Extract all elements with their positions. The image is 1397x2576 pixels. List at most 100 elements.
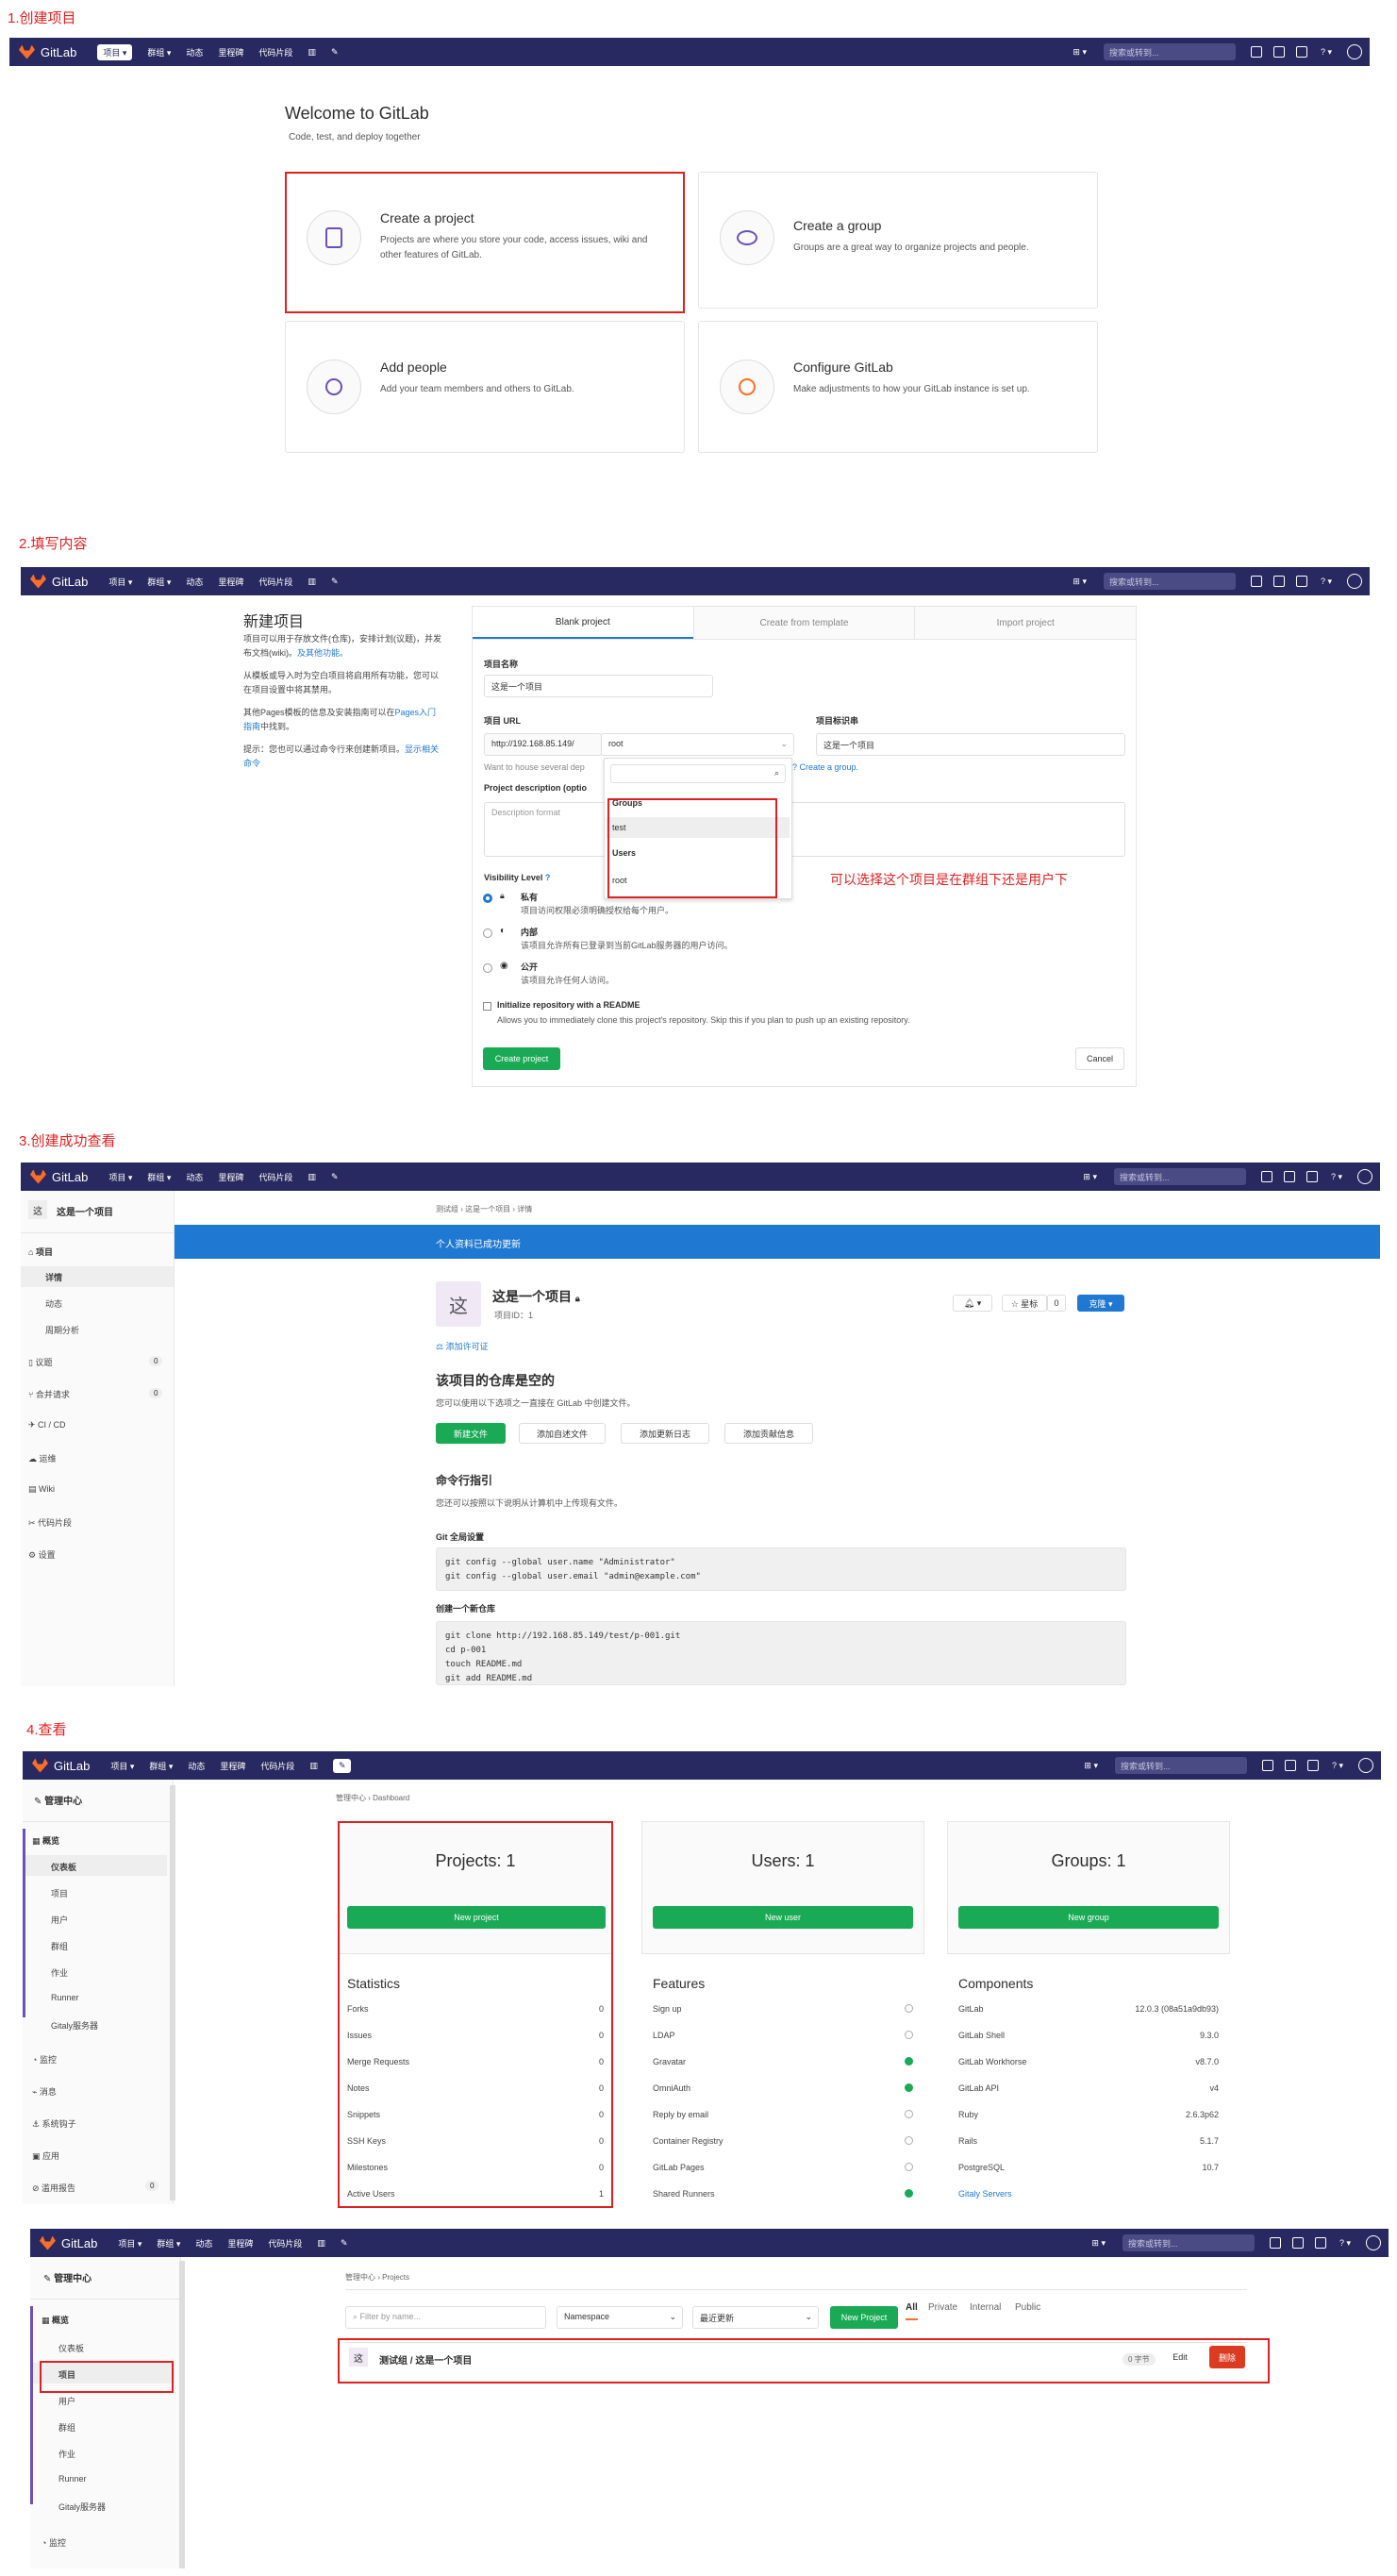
search-input[interactable]: 搜索或转到... <box>1103 43 1236 60</box>
sidebar-item-jobs[interactable]: 作业 <box>51 1966 68 1979</box>
nav-groups[interactable]: 群组 ▾ <box>147 1171 171 1183</box>
sidebar-item-hooks[interactable]: ⚓︎ 系统钩子 <box>32 2117 76 2130</box>
sidebar-item-apps[interactable]: ▣ 应用 <box>32 2149 59 2162</box>
merge-request-icon[interactable] <box>1272 576 1285 587</box>
git-clone-code[interactable]: git clone http://192.168.85.149/test/p-0… <box>436 1621 1126 1685</box>
avatar[interactable] <box>1366 2235 1381 2250</box>
sidebar-item-overview[interactable]: ▦ 概览 <box>32 1834 59 1847</box>
cancel-button[interactable]: Cancel <box>1075 1047 1124 1070</box>
todo-icon[interactable] <box>1314 2237 1326 2249</box>
nav-milestones[interactable]: 里程碑 <box>227 2237 253 2250</box>
nav-groups[interactable]: 群组 ▾ <box>147 576 171 588</box>
radio-public[interactable] <box>483 963 492 973</box>
nav-groups[interactable]: 群组 ▾ <box>149 1760 173 1772</box>
clone-button[interactable]: 克隆 ▾ <box>1077 1295 1124 1312</box>
wrench-icon[interactable]: ✎ <box>331 577 339 587</box>
tab-create-from-template[interactable]: Create from template <box>692 607 915 639</box>
todo-icon[interactable] <box>1306 1171 1318 1182</box>
issues-icon[interactable] <box>1260 1171 1272 1182</box>
sidebar-item-gitaly[interactable]: Gitaly服务器 <box>58 2501 106 2513</box>
nav-activity[interactable]: 动态 <box>186 46 203 59</box>
nav-snippets[interactable]: 代码片段 <box>268 2237 302 2250</box>
sidebar-item-details[interactable]: 详情 <box>45 1271 62 1283</box>
namespace-select[interactable]: root ⌄ <box>601 733 794 756</box>
sidebar-item-jobs[interactable]: 作业 <box>58 2448 75 2460</box>
sidebar-item-runners[interactable]: Runner <box>51 1993 79 2002</box>
merge-request-icon[interactable] <box>1272 46 1285 58</box>
gitlab-logo[interactable]: GitLab <box>30 574 88 589</box>
tab-private[interactable]: Private <box>928 2302 957 2313</box>
nav-projects[interactable]: 项目 ▾ <box>118 2237 141 2250</box>
chart-icon[interactable]: ▥ <box>309 1761 318 1771</box>
sidebar-item-settings[interactable]: ⚙ 设置 <box>28 1548 56 1561</box>
project-name-input[interactable]: 这是一个项目 <box>484 675 713 697</box>
avatar[interactable] <box>1358 1758 1373 1773</box>
wrench-icon[interactable]: ✎ <box>331 1172 339 1182</box>
new-file-button[interactable]: 新建文件 <box>436 1423 506 1444</box>
more-features-link[interactable]: 及其他功能。 <box>297 648 348 658</box>
sidebar-item-abuse[interactable]: ⊘ 滥用报告 <box>32 2182 75 2194</box>
configure-gitlab-card[interactable]: Configure GitLab Make adjustments to how… <box>698 321 1098 453</box>
radio-internal[interactable] <box>483 928 492 938</box>
project-slug-input[interactable]: 这是一个项目 <box>816 733 1125 756</box>
sidebar-item-activity[interactable]: 动态 <box>45 1297 62 1310</box>
nav-activity[interactable]: 动态 <box>186 576 203 588</box>
add-people-card[interactable]: Add people Add your team members and oth… <box>285 321 685 453</box>
description-textarea[interactable]: Description format <box>484 802 1125 857</box>
admin-breadcrumb[interactable]: 管理中心 › Dashboard <box>336 1793 409 1803</box>
sidebar-item-cicd[interactable]: ✈ CI / CD <box>28 1420 66 1430</box>
merge-request-icon[interactable] <box>1284 1760 1296 1771</box>
sort-select[interactable]: 最近更新 ⌄ <box>692 2306 819 2329</box>
todo-icon[interactable] <box>1306 1760 1319 1771</box>
sidebar-item-dashboard[interactable]: 仪表板 <box>51 1861 76 1873</box>
nav-milestones[interactable]: 里程碑 <box>218 576 243 588</box>
nav-projects[interactable]: 项目 ▾ <box>108 1171 132 1183</box>
gitlab-logo[interactable]: GitLab <box>32 1758 90 1773</box>
nav-snippets[interactable]: 代码片段 <box>258 46 292 59</box>
tab-public[interactable]: Public <box>1015 2302 1040 2313</box>
help-icon[interactable]: ? ▾ <box>1321 577 1332 587</box>
nav-activity[interactable]: 动态 <box>186 1171 203 1183</box>
plus-icon[interactable]: ⊞ ▾ <box>1091 2238 1106 2249</box>
sidebar-item-projects[interactable]: 项目 <box>51 1887 68 1899</box>
sidebar-item-issues[interactable]: ▯ 议题 <box>28 1356 52 1368</box>
avatar[interactable] <box>1347 44 1362 59</box>
wrench-icon[interactable]: ✎ <box>331 47 339 58</box>
sidebar-item-dashboard[interactable]: 仪表板 <box>58 2342 84 2354</box>
sidebar-item-groups[interactable]: 群组 <box>51 1940 68 1952</box>
todo-icon[interactable] <box>1295 576 1307 587</box>
tab-all[interactable]: All <box>906 2302 918 2320</box>
add-readme-button[interactable]: 添加自述文件 <box>519 1423 606 1444</box>
gitlab-logo[interactable]: GitLab <box>40 2235 97 2250</box>
help-icon[interactable]: ? ▾ <box>1331 1172 1342 1182</box>
help-icon[interactable]: ? ▾ <box>1332 1761 1343 1771</box>
avatar[interactable] <box>1347 574 1362 589</box>
sidebar-item-monitoring[interactable]: ◔ 监控 <box>32 2053 57 2066</box>
nav-snippets[interactable]: 代码片段 <box>258 576 292 588</box>
wrench-icon[interactable]: ✎ <box>332 1758 352 1773</box>
sidebar-item-ops[interactable]: ☁ 运维 <box>28 1452 57 1464</box>
issues-icon[interactable] <box>1261 1760 1273 1771</box>
search-input[interactable]: 搜索或转到... <box>1113 1168 1246 1185</box>
issues-icon[interactable] <box>1269 2237 1281 2249</box>
plist-breadcrumb[interactable]: 管理中心 › Projects <box>345 2272 409 2283</box>
nav-milestones[interactable]: 里程碑 <box>218 46 243 59</box>
merge-request-icon[interactable] <box>1283 1171 1295 1182</box>
radio-private[interactable] <box>483 894 492 903</box>
sidebar-scrollbar[interactable] <box>179 2261 185 2568</box>
add-contributing-button[interactable]: 添加贡献信息 <box>724 1423 813 1444</box>
add-changelog-button[interactable]: 添加更新日志 <box>621 1423 709 1444</box>
nav-snippets[interactable]: 代码片段 <box>258 1171 292 1183</box>
sidebar-item-users[interactable]: 用户 <box>51 1914 68 1926</box>
sidebar-item-groups[interactable]: 群组 <box>58 2421 75 2434</box>
sidebar-item-mr[interactable]: ⑂ 合并请求 <box>28 1388 70 1400</box>
sidebar-item-overview[interactable]: ▦ 概览 <box>42 2314 69 2326</box>
nav-snippets[interactable]: 代码片段 <box>260 1760 294 1772</box>
search-input[interactable]: 搜索或转到... <box>1103 573 1236 590</box>
plus-icon[interactable]: ⊞ ▾ <box>1073 47 1087 58</box>
readme-checkbox[interactable] <box>483 1002 491 1011</box>
gitlab-logo[interactable]: GitLab <box>19 44 76 59</box>
avatar[interactable] <box>1357 1169 1372 1184</box>
issues-icon[interactable] <box>1250 576 1262 587</box>
search-input[interactable]: 搜索或转到... <box>1122 2234 1255 2251</box>
